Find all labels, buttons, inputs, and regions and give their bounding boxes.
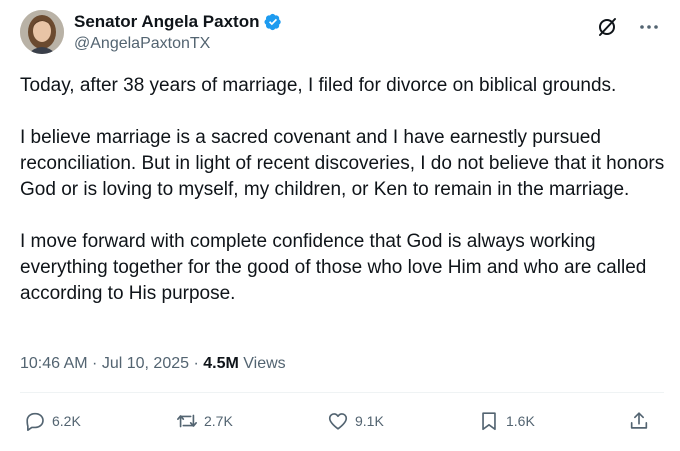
bookmark-button[interactable]: 1.6K [478, 410, 535, 432]
share-button[interactable] [628, 410, 650, 432]
tweet-paragraph: I believe marriage is a sacred covenant … [20, 127, 665, 200]
tweet-paragraph: Today, after 38 years of marriage, I fil… [20, 75, 617, 96]
reply-count: 6.2K [52, 413, 81, 429]
tweet-time[interactable]: 10:46 AM [20, 355, 88, 372]
meta-separator: · [87, 355, 102, 372]
verified-badge-icon[interactable] [264, 13, 282, 31]
more-icon[interactable] [638, 16, 660, 38]
reply-icon [26, 412, 44, 431]
repost-button[interactable]: 2.7K [176, 410, 233, 432]
like-icon [328, 413, 348, 430]
bookmark-count: 1.6K [506, 413, 535, 429]
grok-icon[interactable] [596, 16, 618, 38]
tweet-text: Today, after 38 years of marriage, I fil… [20, 73, 665, 307]
views-count: 4.5M [203, 355, 239, 372]
divider [20, 392, 664, 393]
like-count: 9.1K [355, 413, 384, 429]
repost-icon [177, 414, 197, 428]
tweet-meta: 10:46 AM · Jul 10, 2025 · 4.5M Views [20, 355, 286, 373]
name-row: Senator Angela Paxton [74, 12, 282, 32]
reply-button[interactable]: 6.2K [24, 410, 81, 432]
action-bar: 6.2K 2.7K 9.1K 1.6K [20, 410, 660, 436]
tweet-paragraph: I move forward with complete confidence … [20, 231, 647, 304]
views-label: Views [238, 355, 286, 372]
share-icon [630, 412, 648, 429]
author-names: Senator Angela Paxton @AngelaPaxtonTX [74, 12, 282, 53]
repost-count: 2.7K [204, 413, 233, 429]
meta-separator: · [189, 355, 204, 372]
tweet-header: Senator Angela Paxton @AngelaPaxtonTX [20, 8, 660, 58]
avatar[interactable] [20, 10, 64, 54]
bookmark-icon [482, 412, 496, 431]
handle[interactable]: @AngelaPaxtonTX [74, 35, 282, 53]
like-button[interactable]: 9.1K [327, 410, 384, 432]
tweet-date[interactable]: Jul 10, 2025 [102, 355, 189, 372]
display-name[interactable]: Senator Angela Paxton [74, 12, 259, 32]
